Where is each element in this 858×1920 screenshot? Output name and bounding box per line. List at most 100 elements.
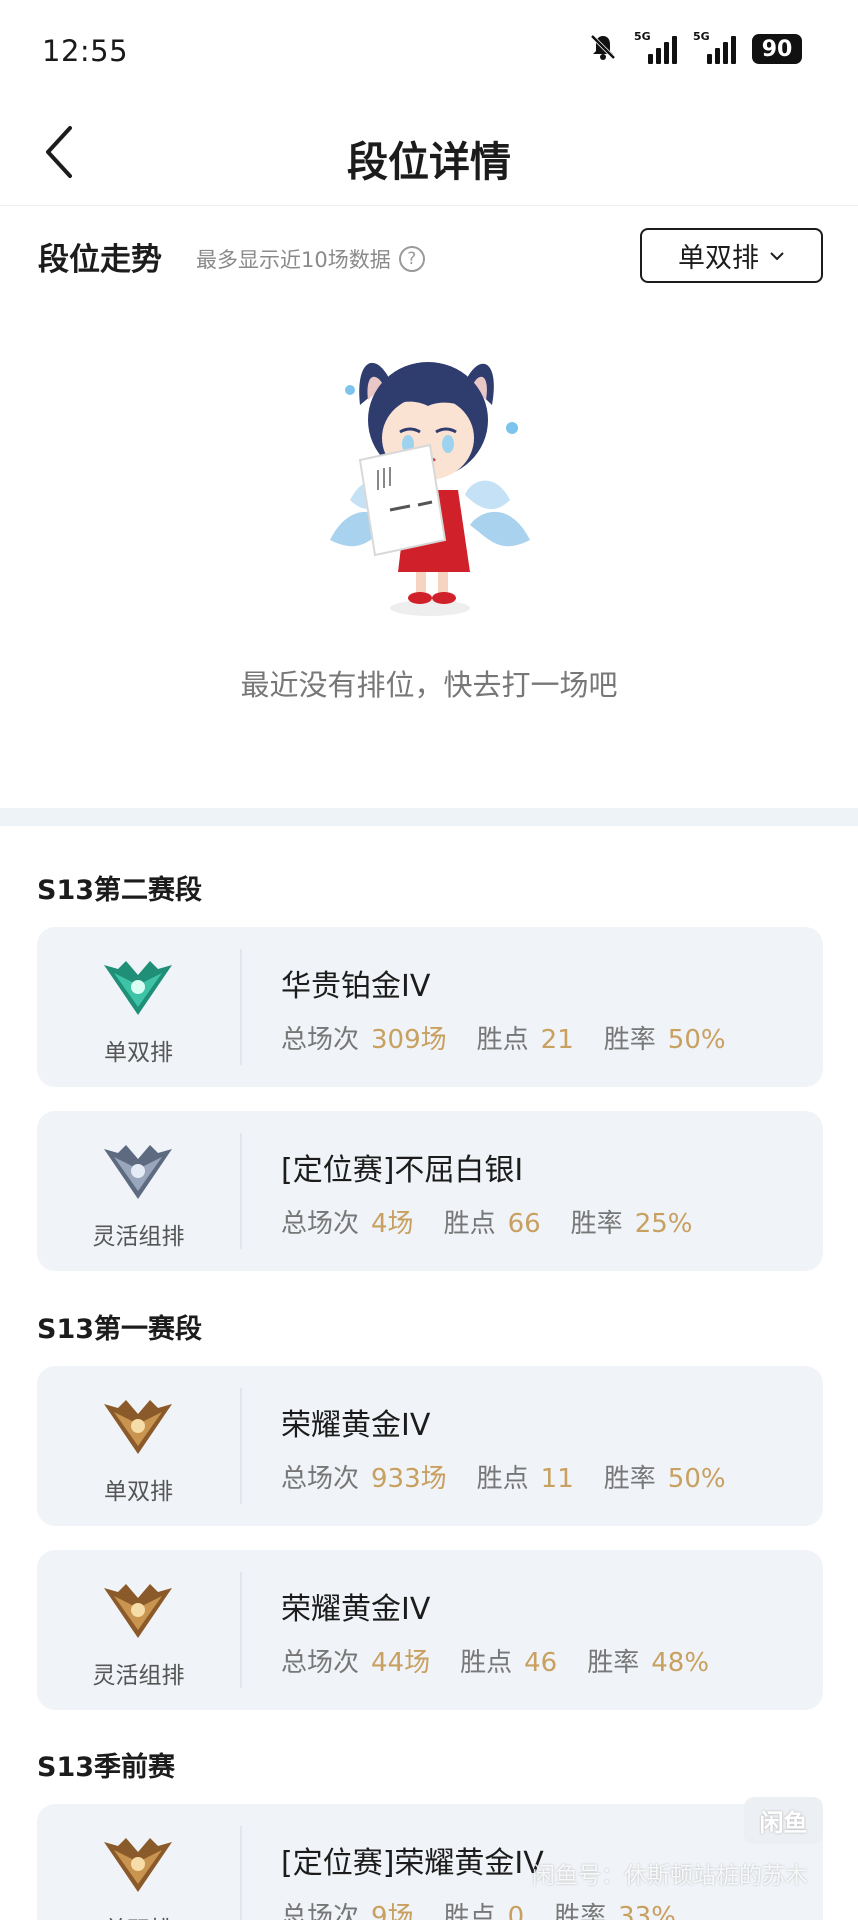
stat-value: 50%	[667, 1025, 726, 1055]
status-icons: 5G 5G 90	[588, 30, 802, 66]
rank-name: [定位赛]不屈白银I	[281, 1153, 524, 1188]
stat-label: 胜率	[587, 1648, 640, 1678]
stat-value: 9场	[371, 1902, 414, 1920]
rank-name: 荣耀黄金IV	[281, 1408, 431, 1443]
chevron-down-icon	[770, 251, 784, 260]
signal-icon: 5G	[634, 30, 677, 64]
season-title: S13第二赛段	[37, 875, 203, 906]
stat-value: 50%	[667, 1464, 726, 1494]
winrate-stat: 胜率 33%	[554, 1896, 676, 1920]
lp-stat: 胜点 21	[477, 1019, 574, 1056]
card-divider	[240, 949, 242, 1065]
queue-label: 灵活组排	[92, 1224, 185, 1250]
stat-label: 总场次	[281, 1648, 360, 1678]
rank-stats: 总场次 309场 胜点 21 胜率 50%	[281, 1019, 756, 1056]
status-time: 12:55	[42, 34, 129, 68]
dropdown-value: 单双排	[678, 243, 759, 274]
platinum-emblem-icon	[104, 961, 172, 1015]
stat-label: 胜率	[554, 1902, 607, 1920]
stat-value: 33%	[618, 1902, 676, 1920]
empty-state-illustration	[330, 362, 530, 616]
stat-value: 4场	[371, 1209, 414, 1239]
rank-stats: 总场次 933场 胜点 11 胜率 50%	[281, 1458, 756, 1495]
rank-card[interactable]: 灵活组排 [定位赛]不屈白银I 总场次 4场 胜点 66 胜率 25%	[37, 1111, 823, 1271]
lp-stat: 胜点 11	[477, 1458, 574, 1495]
games-stat: 总场次 309场	[281, 1019, 447, 1056]
stat-value: 309场	[371, 1025, 447, 1055]
gold-emblem-icon	[104, 1584, 172, 1638]
rank-card[interactable]: 单双排 荣耀黄金IV 总场次 933场 胜点 11 胜率 50%	[37, 1366, 823, 1526]
rank-stats: 总场次 4场 胜点 66 胜率 25%	[281, 1203, 722, 1240]
card-divider	[240, 1826, 242, 1920]
watermark-logo: 闲鱼	[744, 1797, 823, 1844]
queue-panel: 灵活组排	[37, 1550, 240, 1710]
rank-name: [定位赛]荣耀黄金IV	[281, 1846, 544, 1881]
queue-label: 单双排	[104, 1040, 173, 1066]
rank-stats: 总场次 9场 胜点 0 胜率 33%	[281, 1896, 706, 1920]
queue-panel: 单双排	[37, 1804, 240, 1920]
winrate-stat: 胜率 48%	[587, 1642, 709, 1679]
header: 段位详情	[0, 100, 858, 206]
card-divider	[240, 1133, 242, 1249]
help-icon[interactable]: ?	[398, 246, 425, 272]
stat-label: 总场次	[281, 1209, 360, 1239]
games-stat: 总场次 933场	[281, 1458, 447, 1495]
stat-label: 总场次	[281, 1025, 360, 1055]
stat-value: 66	[507, 1209, 541, 1239]
stat-label: 胜点	[443, 1209, 496, 1239]
stat-value: 44场	[371, 1648, 431, 1678]
status-bar: 12:55 5G 5G 90	[0, 0, 858, 100]
rank-card[interactable]: 灵活组排 荣耀黄金IV 总场次 44场 胜点 46 胜率 48%	[37, 1550, 823, 1710]
card-divider	[240, 1388, 242, 1504]
winrate-stat: 胜率 50%	[604, 1019, 726, 1056]
trend-header: 段位走势 最多显示近10场数据 ? 单双排	[38, 228, 823, 284]
games-stat: 总场次 4场	[281, 1203, 414, 1240]
watermark-text: 闲鱼号：休斯顿站桩的苏木	[532, 1863, 808, 1889]
queue-panel: 灵活组排	[37, 1111, 240, 1271]
network-type-label: 5G	[693, 30, 710, 43]
stat-value: 0	[507, 1902, 525, 1920]
stat-value: 933场	[371, 1464, 447, 1494]
rank-name: 华贵铂金IV	[281, 969, 431, 1004]
stat-label: 胜点	[476, 1025, 529, 1055]
stat-value: 11	[540, 1464, 574, 1494]
gold-emblem-icon	[104, 1400, 172, 1454]
card-divider	[240, 1572, 242, 1688]
lp-stat: 胜点 66	[444, 1203, 541, 1240]
rank-card[interactable]: 单双排 华贵铂金IV 总场次 309场 胜点 21 胜率 50%	[37, 927, 823, 1087]
games-stat: 总场次 44场	[281, 1642, 430, 1679]
battery-icon: 90	[752, 34, 802, 64]
hint-text: 最多显示近10场数据	[196, 248, 391, 272]
stat-label: 总场次	[281, 1902, 360, 1920]
queue-label: 灵活组排	[92, 1663, 185, 1689]
stat-value: 46	[524, 1648, 558, 1678]
winrate-stat: 胜率 50%	[604, 1458, 726, 1495]
page-title: 段位详情	[347, 138, 511, 186]
stat-label: 胜点	[460, 1648, 513, 1678]
lp-stat: 胜点 0	[444, 1896, 525, 1920]
network-type-label: 5G	[634, 30, 651, 43]
gold-emblem-icon	[104, 1838, 172, 1892]
queue-panel: 单双排	[37, 927, 240, 1087]
mute-bell-icon	[588, 32, 618, 66]
section-divider	[0, 808, 858, 826]
rank-name: 荣耀黄金IV	[281, 1592, 431, 1627]
stat-label: 胜率	[603, 1025, 656, 1055]
rank-stats: 总场次 44场 胜点 46 胜率 48%	[281, 1642, 739, 1679]
games-stat: 总场次 9场	[281, 1896, 414, 1920]
queue-label: 单双排	[37, 1910, 240, 1920]
queue-panel: 单双排	[37, 1366, 240, 1526]
stat-label: 胜点	[443, 1902, 496, 1920]
lp-stat: 胜点 46	[460, 1642, 557, 1679]
season-title: S13季前赛	[37, 1752, 176, 1783]
silver-emblem-icon	[104, 1145, 172, 1199]
queue-label: 单双排	[104, 1479, 173, 1505]
winrate-stat: 胜率 25%	[571, 1203, 693, 1240]
stat-label: 胜率	[603, 1464, 656, 1494]
stat-value: 25%	[634, 1209, 693, 1239]
stat-label: 胜点	[476, 1464, 529, 1494]
queue-mode-dropdown[interactable]: 单双排	[640, 228, 823, 283]
stat-label: 胜率	[570, 1209, 623, 1239]
season-title: S13第一赛段	[37, 1314, 203, 1345]
empty-state-text: 最近没有排位，快去打一场吧	[240, 668, 618, 702]
